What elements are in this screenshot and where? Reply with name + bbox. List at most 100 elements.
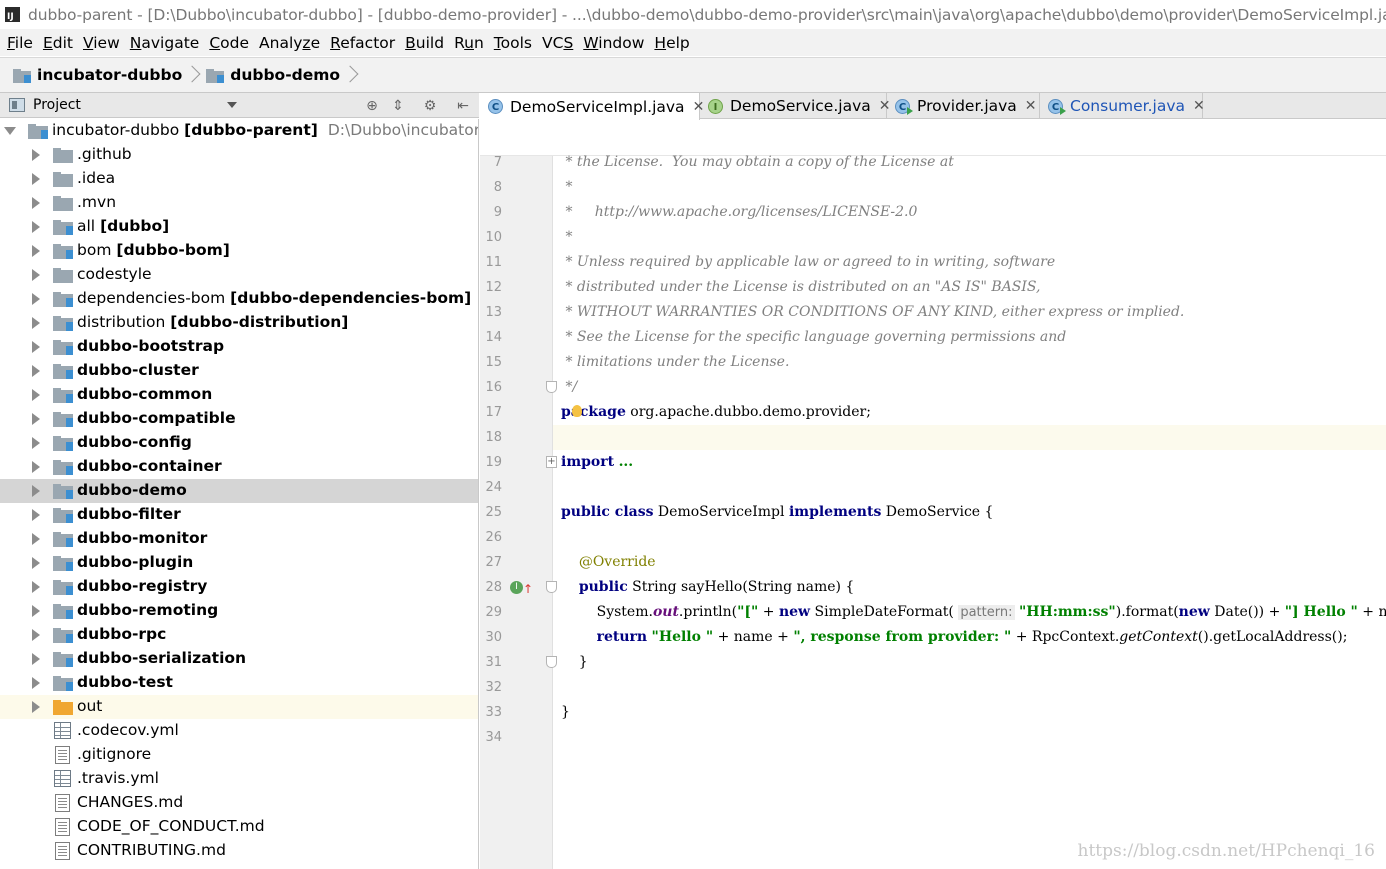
menu-item[interactable]: View — [83, 34, 120, 52]
chevron-down-icon[interactable] — [227, 102, 237, 108]
menu-item[interactable]: Run — [454, 34, 484, 52]
tree-item[interactable]: .github — [0, 143, 478, 167]
expand-arrow-icon[interactable] — [32, 677, 40, 689]
expand-arrow-icon[interactable] — [32, 557, 40, 569]
tree-item[interactable]: dependencies-bom [dubbo-dependencies-bom… — [0, 287, 478, 311]
breadcrumb-incubator-dubbo[interactable]: incubator-dubbo — [13, 65, 206, 85]
menu-item[interactable]: Build — [405, 34, 444, 52]
expand-arrow-icon[interactable] — [32, 341, 40, 353]
code-line[interactable]: 29 System.out.println("[" + new SimpleDa… — [480, 600, 1386, 625]
editor-tab[interactable]: C Consumer.java ✕ — [1040, 93, 1205, 119]
tree-item[interactable]: dubbo-demo — [0, 479, 478, 503]
expand-arrow-icon[interactable] — [32, 581, 40, 593]
expand-arrow-icon[interactable] — [32, 653, 40, 665]
tree-item[interactable]: dubbo-filter — [0, 503, 478, 527]
tree-item[interactable]: CHANGES.md — [0, 791, 478, 815]
expand-arrow-icon[interactable] — [32, 389, 40, 401]
menu-item[interactable]: Window — [583, 34, 644, 52]
collapse-fold-icon[interactable] — [546, 581, 557, 593]
tree-item[interactable]: dubbo-remoting — [0, 599, 478, 623]
code-line[interactable]: 24 — [480, 475, 1386, 500]
expand-arrow-icon[interactable] — [4, 127, 16, 135]
menu-item[interactable]: Code — [209, 34, 249, 52]
code-line[interactable]: 10 * — [480, 225, 1386, 250]
tree-item[interactable]: dubbo-serialization — [0, 647, 478, 671]
hide-panel-icon[interactable]: ⇤ — [455, 98, 471, 114]
scroll-from-source-icon[interactable]: ⊕ — [364, 98, 380, 114]
navigate-up-icon[interactable]: ↑ — [523, 577, 533, 602]
code-editor[interactable]: https://blog.csdn.net/HPchenqi_16 7 * th… — [480, 120, 1386, 869]
collapse-all-icon[interactable]: ⇕ — [390, 98, 406, 114]
editor-tab[interactable]: I DemoService.java ✕ — [700, 93, 890, 119]
expand-arrow-icon[interactable] — [32, 317, 40, 329]
code-line[interactable]: 30 return "Hello " + name + ", response … — [480, 625, 1386, 650]
menu-item[interactable]: Refactor — [330, 34, 395, 52]
tree-item[interactable]: .gitignore — [0, 743, 478, 767]
implements-method-icon[interactable]: I — [510, 581, 523, 594]
code-line[interactable]: 34 — [480, 725, 1386, 750]
tree-root-incubator-dubbo[interactable]: incubator-dubbo [dubbo-parent] D:\Dubbo\i… — [0, 119, 478, 143]
gear-icon[interactable]: ⚙ — [422, 98, 438, 114]
menu-item[interactable]: VCS — [542, 34, 573, 52]
expand-arrow-icon[interactable] — [32, 197, 40, 209]
code-line[interactable]: 13 * WITHOUT WARRANTIES OR CONDITIONS OF… — [480, 300, 1386, 325]
expand-arrow-icon[interactable] — [32, 413, 40, 425]
expand-arrow-icon[interactable] — [32, 509, 40, 521]
menu-item[interactable]: Analyze — [259, 34, 320, 52]
code-line[interactable]: 18 — [485, 425, 1386, 450]
breadcrumb-dubbo-demo[interactable]: dubbo-demo — [206, 65, 364, 85]
tree-item[interactable]: .travis.yml — [0, 767, 478, 791]
expand-arrow-icon[interactable] — [32, 485, 40, 497]
tree-item[interactable]: dubbo-rpc — [0, 623, 478, 647]
tree-item[interactable]: dubbo-config — [0, 431, 478, 455]
tree-item[interactable]: bom [dubbo-bom] — [0, 239, 478, 263]
expand-fold-icon[interactable]: + — [546, 456, 557, 468]
tree-item[interactable]: all [dubbo] — [0, 215, 478, 239]
code-line[interactable]: 7 * the License. You may obtain a copy o… — [480, 150, 1386, 175]
intention-bulb-icon[interactable] — [572, 405, 582, 417]
tree-item[interactable]: dubbo-test — [0, 671, 478, 695]
editor-tab[interactable]: C Provider.java ✕ — [887, 93, 1040, 119]
menu-item[interactable]: Help — [654, 34, 689, 52]
tree-item[interactable]: dubbo-compatible — [0, 407, 478, 431]
code-line[interactable]: 9 * http://www.apache.org/licenses/LICEN… — [480, 200, 1386, 225]
code-line[interactable]: 15 * limitations under the License. — [480, 350, 1386, 375]
code-line[interactable]: 25 public class DemoServiceImpl implement… — [480, 500, 1386, 525]
expand-arrow-icon[interactable] — [32, 605, 40, 617]
project-view-selector[interactable]: Project — [33, 97, 81, 113]
tree-item[interactable]: distribution [dubbo-distribution] — [0, 311, 478, 335]
expand-arrow-icon[interactable] — [32, 269, 40, 281]
tree-item[interactable]: codestyle — [0, 263, 478, 287]
code-line[interactable]: 31 } — [480, 650, 1386, 675]
expand-arrow-icon[interactable] — [32, 437, 40, 449]
tree-item[interactable]: dubbo-monitor — [0, 527, 478, 551]
close-icon[interactable]: ✕ — [1193, 98, 1205, 114]
tree-item[interactable]: CONTRIBUTING.md — [0, 839, 478, 863]
expand-arrow-icon[interactable] — [32, 533, 40, 545]
tree-item[interactable]: dubbo-plugin — [0, 551, 478, 575]
expand-arrow-icon[interactable] — [32, 701, 40, 713]
tree-item[interactable]: CODE_OF_CONDUCT.md — [0, 815, 478, 839]
expand-arrow-icon[interactable] — [32, 293, 40, 305]
code-line[interactable]: 14 * See the License for the specific la… — [480, 325, 1386, 350]
editor-tab[interactable]: C DemoServiceImpl.java ✕ — [480, 93, 704, 120]
expand-arrow-icon[interactable] — [32, 629, 40, 641]
code-line[interactable]: 17 package org.apache.dubbo.demo.provider… — [480, 400, 1386, 425]
menu-item[interactable]: Tools — [494, 34, 532, 52]
code-line[interactable]: 12 * distributed under the License is di… — [480, 275, 1386, 300]
code-line[interactable]: 19 + import ... — [480, 450, 1386, 475]
menu-item[interactable]: Navigate — [130, 34, 200, 52]
tree-item[interactable]: dubbo-container — [0, 455, 478, 479]
code-line[interactable]: 32 — [480, 675, 1386, 700]
menu-item[interactable]: Edit — [43, 34, 73, 52]
code-line[interactable]: 8 * — [480, 175, 1386, 200]
tree-item[interactable]: dubbo-cluster — [0, 359, 478, 383]
expand-arrow-icon[interactable] — [32, 461, 40, 473]
menu-item[interactable]: File — [7, 34, 33, 52]
code-line[interactable]: 33} — [480, 700, 1386, 725]
tree-item[interactable]: .codecov.yml — [0, 719, 478, 743]
code-line[interactable]: 26 — [480, 525, 1386, 550]
code-line[interactable]: 28 I ↑ public String sayHello(String name)… — [480, 575, 1386, 600]
expand-arrow-icon[interactable] — [32, 221, 40, 233]
tree-item[interactable]: dubbo-registry — [0, 575, 478, 599]
